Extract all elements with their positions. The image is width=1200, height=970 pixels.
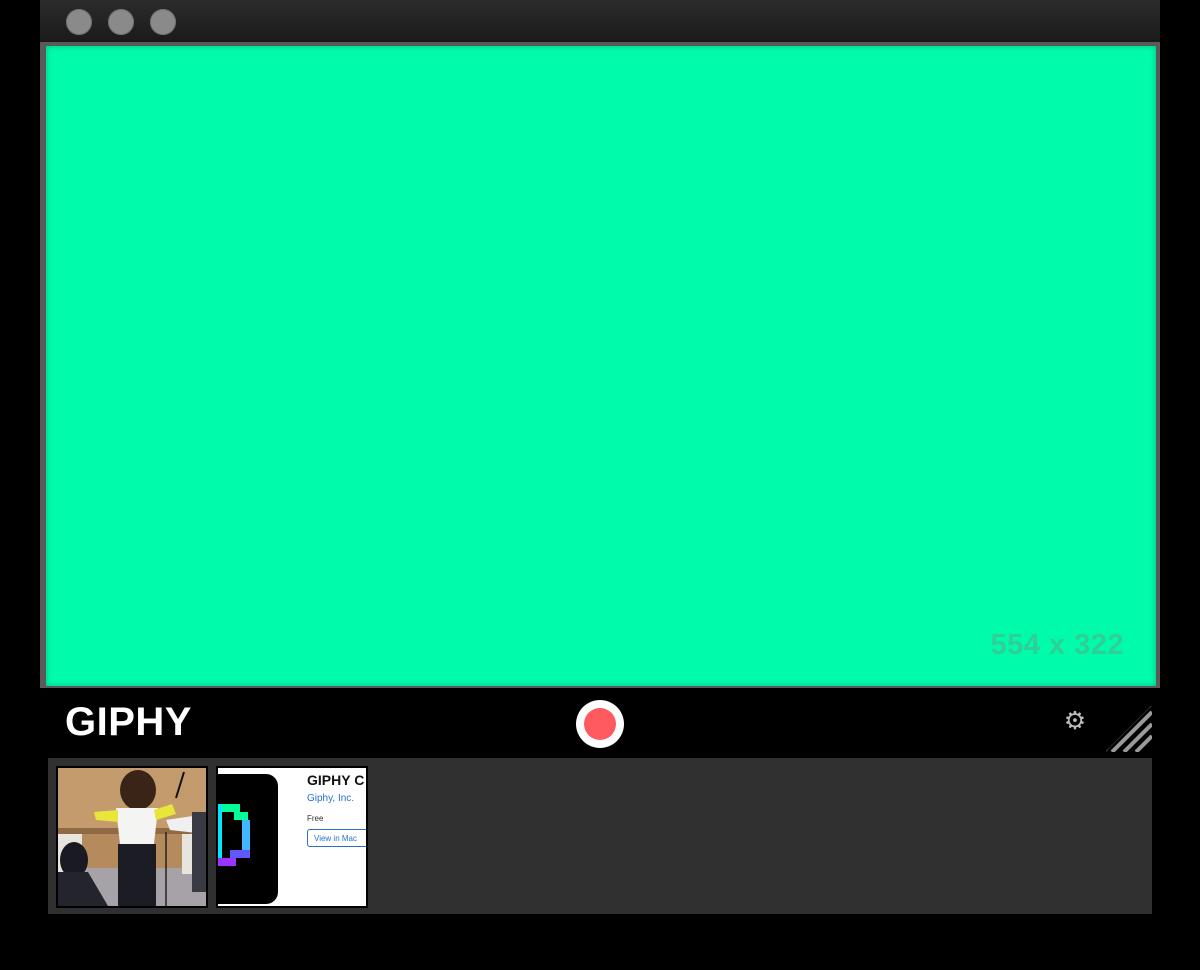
resize-grip-icon[interactable] [1106,706,1152,752]
capture-thumbnail-video[interactable] [56,766,208,908]
capture-area[interactable]: 554 x 322 [46,46,1156,686]
video-frame-image [58,768,206,906]
recent-captures-tray: GIPHY C Giphy, Inc. Free View in Mac [48,758,1152,914]
close-window-button[interactable] [66,9,92,35]
capture-dimensions-label: 554 x 322 [990,629,1124,661]
giphy-app-icon [218,774,278,904]
gear-icon[interactable]: ⚙ [1063,708,1087,734]
giphy-capture-window: 554 x 322 GIPHY ⚙ GIPHY C Giphy, Inc. Fr… [40,0,1160,914]
giphy-logo: GIPHY [65,700,192,744]
zoom-window-button[interactable] [150,9,176,35]
view-in-mac-app-store-button: View in Mac [307,829,366,847]
app-price: Free [307,814,324,823]
minimize-window-button[interactable] [108,9,134,35]
app-developer: Giphy, Inc. [307,793,355,804]
app-title: GIPHY C [307,772,365,788]
title-bar[interactable] [40,0,1160,42]
capture-frame: 554 x 322 [40,42,1160,688]
control-bar: GIPHY ⚙ [40,688,1160,758]
record-button[interactable] [576,700,624,748]
capture-thumbnail-screenshot[interactable]: GIPHY C Giphy, Inc. Free View in Mac [216,766,368,908]
record-icon [584,708,616,740]
